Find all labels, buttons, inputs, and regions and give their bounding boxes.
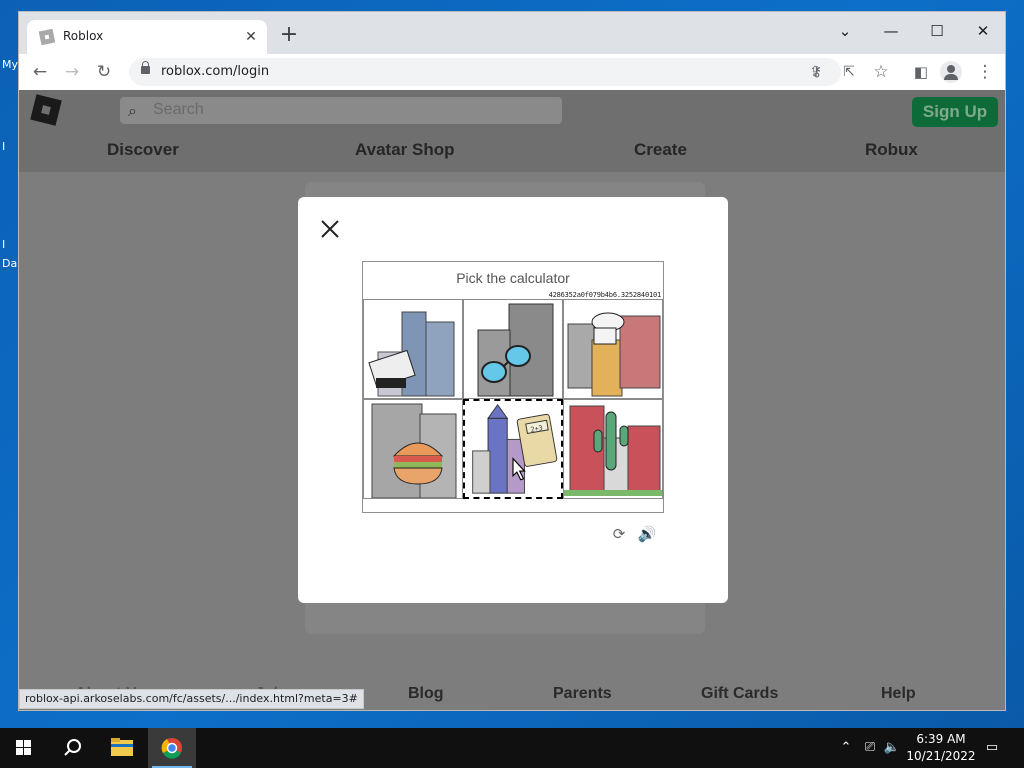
- captcha-modal: Pick the calculator 4286352a0f079b4b6.32…: [298, 197, 728, 603]
- url-text[interactable]: roblox.com/login: [161, 64, 269, 79]
- address-bar[interactable]: roblox.com/login ⇪: [129, 58, 841, 86]
- profile-avatar-icon[interactable]: [940, 61, 962, 83]
- tab-title: Roblox: [63, 29, 104, 43]
- start-button[interactable]: [0, 728, 48, 768]
- tile-skyscraper-sunglasses[interactable]: [463, 299, 563, 399]
- browser-window: Roblox ✕ + ⌄ — ☐ ✕ ← → ↻ roblox.com/logi…: [18, 11, 1006, 711]
- side-panel-icon[interactable]: ◧: [909, 60, 933, 84]
- taskbar: ⌃ ⎚ 🔈 6:39 AM 10/21/2022 ▭: [0, 728, 1024, 768]
- captcha-grid: 2+3: [363, 299, 663, 499]
- roblox-favicon-icon: [38, 28, 56, 46]
- key-icon[interactable]: ⚷: [805, 60, 829, 84]
- chrome-taskbar-button[interactable]: [148, 728, 196, 768]
- folder-icon: [111, 738, 133, 756]
- footer-gift-cards[interactable]: Gift Cards: [701, 685, 778, 703]
- footer-parents[interactable]: Parents: [553, 685, 612, 703]
- clock-date: 10/21/2022: [906, 749, 976, 763]
- search-taskbar-button[interactable]: [48, 728, 96, 768]
- search-icon: [64, 739, 81, 756]
- forward-arrow-icon[interactable]: →: [60, 60, 84, 84]
- refresh-icon[interactable]: ⟳: [608, 523, 630, 545]
- bookmark-star-icon[interactable]: ☆: [869, 60, 893, 84]
- tile-buildings-calculator[interactable]: 2+3: [463, 399, 563, 499]
- taskbar-clock[interactable]: 6:39 AM 10/21/2022: [902, 731, 980, 765]
- new-tab-button[interactable]: +: [277, 24, 301, 48]
- tile-image: [477, 303, 554, 397]
- windows-logo-icon: [16, 740, 31, 755]
- nav-avatar-shop[interactable]: Avatar Shop: [355, 140, 455, 160]
- site-search-input[interactable]: ⌕ Search: [120, 97, 562, 124]
- close-window-button[interactable]: ✕: [960, 16, 1005, 46]
- volume-icon[interactable]: 🔈: [882, 738, 902, 758]
- tile-image: [371, 403, 457, 498]
- search-icon: ⌕: [128, 101, 137, 120]
- site-header: ⌕ Search Sign Up Discover Avatar Shop Cr…: [19, 90, 1005, 172]
- footer-blog[interactable]: Blog: [408, 685, 444, 703]
- desktop-icon-label[interactable]: My: [2, 58, 18, 71]
- lock-icon[interactable]: [141, 61, 150, 74]
- tab-strip: Roblox ✕ + ⌄ — ☐ ✕: [19, 12, 1005, 54]
- sign-up-button[interactable]: Sign Up: [912, 97, 998, 127]
- audio-icon[interactable]: 🔊: [636, 523, 658, 545]
- tile-image: [564, 405, 662, 496]
- chevron-up-icon[interactable]: ⌃: [836, 738, 856, 758]
- tile-skyscraper-burger[interactable]: [363, 399, 463, 499]
- search-placeholder: Search: [153, 101, 204, 118]
- minimize-button[interactable]: —: [868, 16, 914, 46]
- tile-skyscraper-piano[interactable]: [363, 299, 463, 399]
- status-bar-url: roblox-api.arkoselabs.com/fc/assets/.../…: [19, 689, 364, 709]
- notification-icon[interactable]: ▭: [982, 738, 1002, 758]
- roblox-page: ⌕ Search Sign Up Discover Avatar Shop Cr…: [19, 90, 1005, 710]
- close-icon[interactable]: [318, 217, 342, 241]
- nav-robux[interactable]: Robux: [865, 140, 918, 160]
- nav-discover[interactable]: Discover: [107, 140, 179, 160]
- network-icon[interactable]: ⎚: [860, 738, 880, 758]
- desktop-icon-label[interactable]: I: [2, 140, 5, 153]
- file-explorer-button[interactable]: [98, 728, 146, 768]
- tab-close-icon[interactable]: ✕: [241, 26, 261, 46]
- nav-create[interactable]: Create: [634, 140, 687, 160]
- tile-buildings-toilet[interactable]: [563, 299, 663, 399]
- tile-image: [368, 311, 455, 397]
- back-arrow-icon[interactable]: ←: [28, 60, 52, 84]
- tab-search-icon[interactable]: ⌄: [822, 16, 868, 46]
- footer-help[interactable]: Help: [881, 685, 916, 703]
- desktop-icon-label[interactable]: Da: [2, 257, 17, 270]
- tab-roblox[interactable]: Roblox ✕: [27, 20, 267, 54]
- browser-toolbar: ← → ↻ roblox.com/login ⇪ ⚷ ⇱ ☆ ◧ ⋮: [19, 54, 1005, 90]
- maximize-button[interactable]: ☐: [914, 16, 960, 46]
- desktop-icon-label[interactable]: I: [2, 238, 5, 251]
- chrome-icon: [161, 738, 182, 759]
- reload-icon[interactable]: ↻: [92, 60, 116, 84]
- share-page-icon[interactable]: ⇱: [837, 60, 861, 84]
- tile-image: 2+3: [472, 404, 558, 494]
- captcha-session-id: 4286352a0f079b4b6.3252840101: [548, 291, 662, 299]
- menu-kebab-icon[interactable]: ⋮: [973, 60, 997, 84]
- tile-image: [567, 312, 661, 397]
- captcha-prompt: Pick the calculator: [456, 270, 570, 286]
- roblox-logo-icon[interactable]: [30, 94, 62, 126]
- captcha-frame: Pick the calculator 4286352a0f079b4b6.32…: [362, 261, 664, 513]
- clock-time: 6:39 AM: [916, 732, 966, 746]
- tile-buildings-cactus[interactable]: [563, 399, 663, 499]
